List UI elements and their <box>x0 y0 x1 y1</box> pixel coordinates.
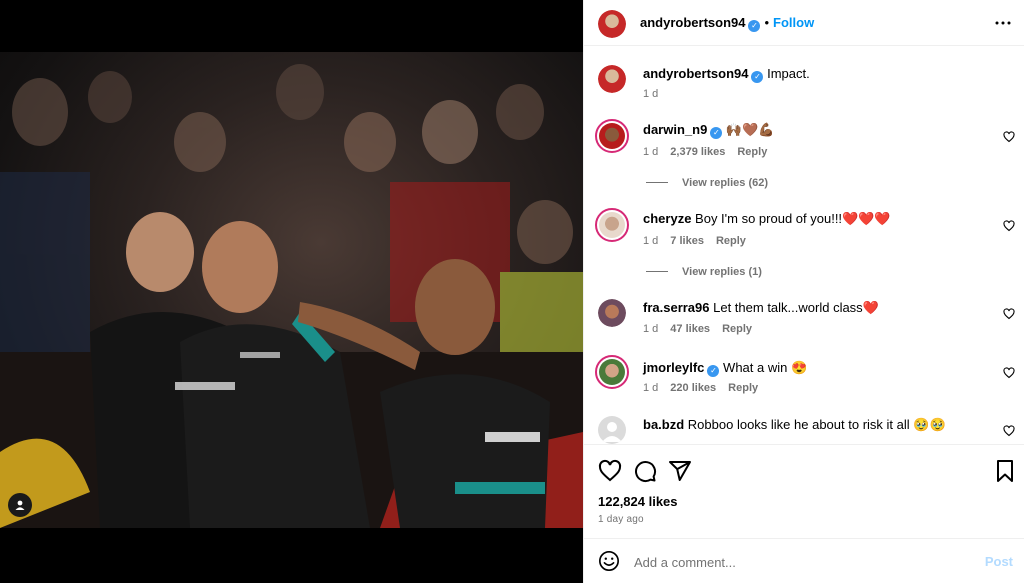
post-comment-button[interactable]: Post <box>985 554 1013 569</box>
heart-icon[interactable] <box>1003 220 1015 232</box>
comment-body: Robboo looks like he about to risk it al… <box>687 417 946 432</box>
comment-text: darwin_n9 ✓ 🙌🏾🤎💪🏾 <box>643 121 983 139</box>
share-icon[interactable] <box>668 459 692 483</box>
reply-button[interactable]: Reply <box>737 146 767 158</box>
verified-badge-icon: ✓ <box>707 365 720 377</box>
comment-item: cheryze Boy I'm so proud of you!!!❤️❤️❤️… <box>584 208 1024 288</box>
view-replies-button[interactable]: View replies (62) <box>646 177 768 189</box>
user-tag-icon <box>15 500 25 510</box>
comment-input[interactable] <box>634 551 954 573</box>
comment-username[interactable]: ba.bzd <box>643 417 684 432</box>
comment-item: fra.serra96 Let them talk...world class❤… <box>584 299 1024 343</box>
comment-text: ba.bzd Robboo looks like he about to ris… <box>643 416 983 434</box>
separator-dot: • <box>764 15 770 30</box>
heart-icon[interactable] <box>1003 425 1015 437</box>
reply-button[interactable]: Reply <box>716 235 746 247</box>
more-options-icon[interactable] <box>995 18 1011 28</box>
caption-username[interactable]: andyrobertson94 <box>643 66 748 81</box>
comment-item: ba.bzd Robboo looks like he about to ris… <box>584 416 1024 444</box>
caption-meta: 1 d <box>643 88 670 100</box>
verified-badge-icon: ✓ <box>751 71 764 83</box>
comment-meta: 1 d 220 likes Reply <box>643 382 770 394</box>
comment-body: 🙌🏾🤎💪🏾 <box>725 122 775 137</box>
comment-age: 1 d <box>643 382 659 394</box>
view-replies-label: View replies (62) <box>682 177 769 189</box>
post-photo[interactable] <box>0 52 583 528</box>
default-avatar-icon <box>602 422 622 442</box>
comment-item: jmorleylfc ✓ What a win 😍 1 d 220 likes Rep… <box>584 355 1024 401</box>
bookmark-icon[interactable] <box>993 459 1017 483</box>
post-header: andyrobertson94 ✓ • Follow <box>584 0 1024 46</box>
comment-body: What a win 😍 <box>723 360 808 375</box>
comment-age: 1 d <box>643 323 659 335</box>
comment-body: Boy I'm so proud of you!!!❤️❤️❤️ <box>695 211 891 226</box>
follow-button[interactable]: Follow <box>773 15 814 30</box>
comment-meta: 1 d 47 likes Reply <box>643 323 764 335</box>
likes-count[interactable]: 122,824 likes <box>598 494 678 509</box>
comment-age: 1 d <box>643 146 659 158</box>
football-celebration-image <box>0 64 583 528</box>
comment-meta: 1 d 7 likes Reply <box>643 235 758 247</box>
comment-username[interactable]: darwin_n9 <box>643 122 707 137</box>
comment-icon[interactable] <box>633 459 657 483</box>
comment-username[interactable]: fra.serra96 <box>643 300 710 315</box>
verified-badge-icon: ✓ <box>710 127 723 139</box>
commenter-avatar[interactable] <box>598 299 626 327</box>
comment-likes[interactable]: 220 likes <box>670 382 716 394</box>
comment-text: cheryze Boy I'm so proud of you!!!❤️❤️❤️ <box>643 210 983 228</box>
comment-composer: Post <box>584 538 1024 583</box>
comment-text: jmorleylfc ✓ What a win 😍 <box>643 359 983 377</box>
comment-likes[interactable]: 47 likes <box>670 323 710 335</box>
comment-likes[interactable]: 2,379 likes <box>670 146 725 158</box>
post-date[interactable]: 1 day ago <box>598 514 644 525</box>
comment-username[interactable]: cheryze <box>643 211 691 226</box>
comment-body: Let them talk...world class❤️ <box>713 300 879 315</box>
caption-age: 1 d <box>643 88 659 100</box>
post-media <box>0 0 583 583</box>
post-details-panel: andyrobertson94 ✓ • Follow andyrobertson94 ✓… <box>583 0 1024 583</box>
emoji-icon[interactable] <box>598 550 620 572</box>
comment-meta: 1 d 2,379 likes Reply <box>643 146 779 158</box>
reply-line-divider <box>646 271 668 272</box>
reply-button[interactable]: Reply <box>722 323 752 335</box>
caption-body: Impact. <box>767 66 810 81</box>
heart-icon[interactable] <box>1003 131 1015 143</box>
view-replies-label: View replies (1) <box>682 266 762 278</box>
commenter-avatar[interactable] <box>598 416 626 444</box>
author-avatar-small[interactable] <box>598 65 626 93</box>
comment-item: darwin_n9 ✓ 🙌🏾🤎💪🏾 1 d 2,379 likes Reply Vie… <box>584 119 1024 199</box>
commenter-avatar[interactable] <box>595 119 629 153</box>
user-tag-button[interactable] <box>8 493 32 517</box>
comment-text: fra.serra96 Let them talk...world class❤… <box>643 299 983 317</box>
heart-icon[interactable] <box>1003 308 1015 320</box>
verified-badge-icon: ✓ <box>748 20 761 32</box>
author-avatar[interactable] <box>598 10 626 38</box>
view-replies-button[interactable]: View replies (1) <box>646 266 762 278</box>
post-caption: andyrobertson94 ✓ Impact. 1 d <box>584 65 1024 105</box>
comments-list[interactable]: andyrobertson94 ✓ Impact. 1 d darwin_n9 ✓ … <box>584 47 1024 444</box>
reply-button[interactable]: Reply <box>728 382 758 394</box>
heart-icon[interactable] <box>1003 367 1015 379</box>
reply-line-divider <box>646 182 668 183</box>
comment-age: 1 d <box>643 235 659 247</box>
author-username[interactable]: andyrobertson94 <box>640 15 745 30</box>
commenter-avatar[interactable] <box>595 355 629 389</box>
caption-text: andyrobertson94 ✓ Impact. <box>643 65 983 83</box>
post-actions: 122,824 likes 1 day ago <box>584 444 1024 534</box>
comment-likes[interactable]: 7 likes <box>670 235 704 247</box>
comment-username[interactable]: jmorleylfc <box>643 360 704 375</box>
commenter-avatar[interactable] <box>595 208 629 242</box>
heart-icon[interactable] <box>598 459 622 483</box>
